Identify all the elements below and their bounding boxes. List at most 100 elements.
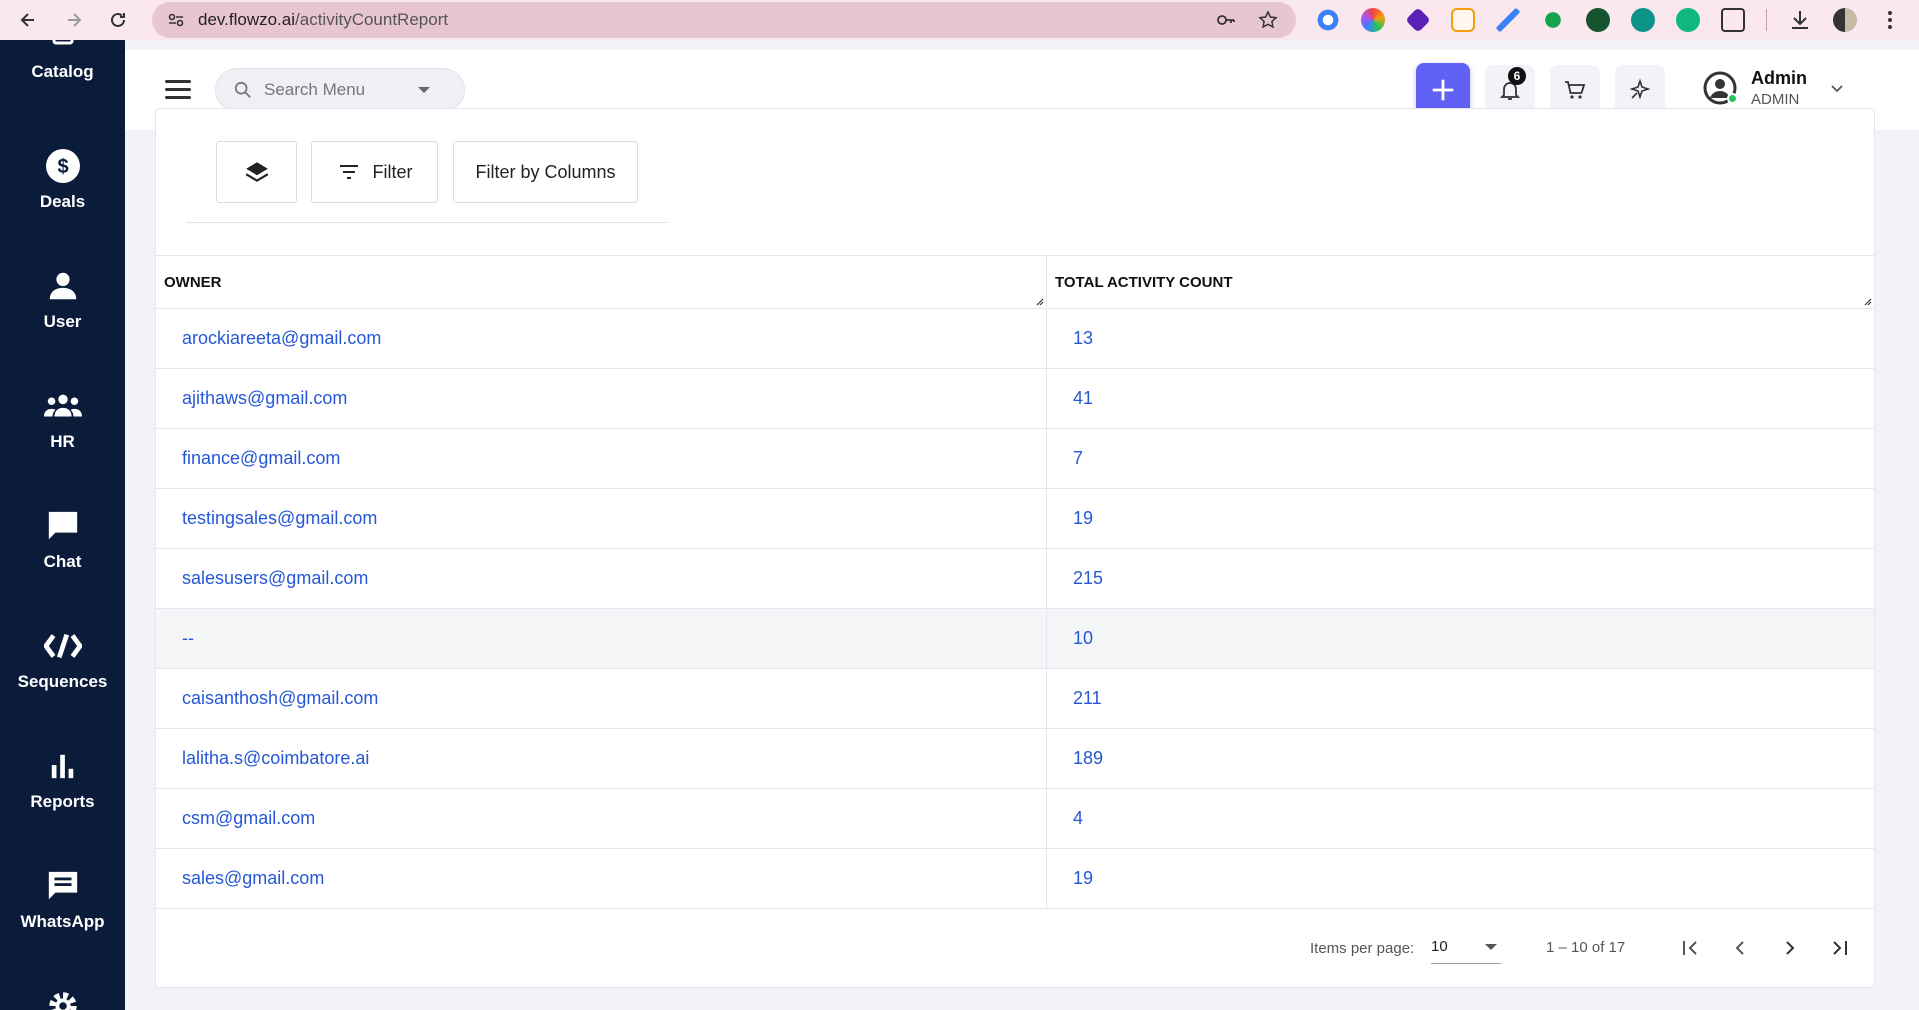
- previous-page-button[interactable]: [1724, 932, 1756, 964]
- download-icon[interactable]: [1788, 8, 1812, 32]
- owner-cell[interactable]: finance@gmail.com: [156, 429, 1047, 488]
- owner-cell[interactable]: ajithaws@gmail.com: [156, 369, 1047, 428]
- extensions-puzzle-icon[interactable]: [1721, 8, 1745, 32]
- table-row[interactable]: sales@gmail.com 19: [156, 849, 1874, 909]
- sidebar-item-deals[interactable]: $ Deals: [0, 146, 125, 212]
- extension-6-icon[interactable]: [1541, 8, 1565, 32]
- sidebar-item-label: Chat: [43, 552, 82, 571]
- owner-cell[interactable]: testingsales@gmail.com: [156, 489, 1047, 548]
- owner-cell[interactable]: caisanthosh@gmail.com: [156, 669, 1047, 728]
- search-dropdown-caret-icon[interactable]: [418, 87, 430, 93]
- last-page-icon: [1833, 941, 1847, 955]
- owner-cell[interactable]: salesusers@gmail.com: [156, 549, 1047, 608]
- table-row[interactable]: ajithaws@gmail.com 41: [156, 369, 1874, 429]
- count-cell[interactable]: 4: [1047, 789, 1874, 848]
- count-cell[interactable]: 41: [1047, 369, 1874, 428]
- search-input[interactable]: [264, 80, 404, 100]
- owner-cell[interactable]: lalitha.s@coimbatore.ai: [156, 729, 1047, 788]
- extension-3-icon[interactable]: [1405, 7, 1431, 33]
- owner-cell[interactable]: sales@gmail.com: [156, 849, 1047, 908]
- menu-toggle-icon[interactable]: [165, 80, 191, 100]
- last-page-button[interactable]: [1824, 932, 1856, 964]
- table-row[interactable]: caisanthosh@gmail.com 211: [156, 669, 1874, 729]
- sidebar-item-label: HR: [50, 432, 75, 451]
- filter-by-columns-button[interactable]: Filter by Columns: [453, 141, 638, 203]
- sidebar-item-settings[interactable]: [0, 986, 125, 1010]
- items-per-page-label: Items per page:: [1310, 940, 1415, 957]
- count-cell[interactable]: 10: [1047, 609, 1874, 668]
- gear-icon: [43, 986, 83, 1010]
- column-resize-icon: [1036, 298, 1044, 306]
- table-row[interactable]: testingsales@gmail.com 19: [156, 489, 1874, 549]
- table-row[interactable]: lalitha.s@coimbatore.ai 189: [156, 729, 1874, 789]
- column-resize-icon: [1864, 298, 1872, 306]
- column-header-total-activity-count[interactable]: TOTAL ACTIVITY COUNT: [1047, 256, 1874, 308]
- layers-icon: [245, 162, 268, 182]
- toolbar-divider: [186, 222, 668, 223]
- sidebar: Catalog $ Deals User HR Chat Sequences R…: [0, 40, 125, 1010]
- sidebar-item-user[interactable]: User: [0, 266, 125, 332]
- count-cell[interactable]: 7: [1047, 429, 1874, 488]
- filter-label: Filter: [372, 161, 413, 182]
- extension-2-icon[interactable]: [1361, 8, 1385, 32]
- sidebar-item-label: WhatsApp: [20, 912, 105, 931]
- owner-cell[interactable]: --: [156, 609, 1047, 668]
- sidebar-item-label: Catalog: [31, 62, 94, 81]
- count-cell[interactable]: 215: [1047, 549, 1874, 608]
- browser-menu-icon[interactable]: [1878, 8, 1902, 32]
- count-cell[interactable]: 211: [1047, 669, 1874, 728]
- table-row[interactable]: -- 10: [156, 609, 1874, 669]
- extension-8-icon[interactable]: [1631, 8, 1655, 32]
- table-row[interactable]: finance@gmail.com 7: [156, 429, 1874, 489]
- dollar-icon: $: [43, 146, 83, 186]
- layers-button[interactable]: [216, 141, 297, 203]
- count-cell[interactable]: 19: [1047, 489, 1874, 548]
- search-icon: [234, 81, 252, 99]
- reload-icon[interactable]: [98, 0, 138, 40]
- extension-4-icon[interactable]: [1451, 8, 1475, 32]
- back-icon[interactable]: [8, 0, 48, 40]
- sidebar-item-label: User: [43, 312, 82, 331]
- column-header-owner[interactable]: OWNER: [156, 256, 1047, 308]
- table-row[interactable]: arockiareeta@gmail.com 13: [156, 309, 1874, 369]
- count-cell[interactable]: 13: [1047, 309, 1874, 368]
- site-settings-icon[interactable]: [166, 10, 186, 30]
- first-page-button[interactable]: [1674, 932, 1706, 964]
- filter-button[interactable]: Filter: [311, 141, 438, 203]
- sidebar-item-hr[interactable]: HR: [0, 386, 125, 452]
- chevron-left-icon: [1735, 941, 1744, 955]
- address-bar[interactable]: dev.flowzo.ai/activityCountReport: [152, 2, 1296, 38]
- browser-toolbar: dev.flowzo.ai/activityCountReport: [0, 0, 1919, 40]
- user-name: Admin: [1751, 68, 1807, 88]
- table-row[interactable]: csm@gmail.com 4: [156, 789, 1874, 849]
- sidebar-item-whatsapp[interactable]: WhatsApp: [0, 866, 125, 932]
- count-cell[interactable]: 189: [1047, 729, 1874, 788]
- password-key-icon[interactable]: [1216, 10, 1236, 30]
- sidebar-item-reports[interactable]: Reports: [0, 746, 125, 812]
- extension-5-icon[interactable]: [1496, 8, 1520, 32]
- sidebar-item-sequences[interactable]: Sequences: [0, 626, 125, 692]
- page-size-select[interactable]: 10: [1431, 930, 1501, 964]
- owner-cell[interactable]: csm@gmail.com: [156, 789, 1047, 848]
- filter-columns-label: Filter by Columns: [475, 161, 616, 182]
- sidebar-item-catalog[interactable]: Catalog: [0, 40, 125, 82]
- owner-cell[interactable]: arockiareeta@gmail.com: [156, 309, 1047, 368]
- profile-avatar-icon[interactable]: [1833, 8, 1857, 32]
- chevron-right-icon: [1786, 941, 1795, 955]
- table-row[interactable]: salesusers@gmail.com 215: [156, 549, 1874, 609]
- user-menu[interactable]: Admin ADMIN: [1703, 68, 1845, 108]
- extension-7-icon[interactable]: [1586, 8, 1610, 32]
- sidebar-item-chat[interactable]: Chat: [0, 506, 125, 572]
- table-header: OWNER TOTAL ACTIVITY COUNT: [156, 255, 1874, 309]
- next-page-button[interactable]: [1774, 932, 1806, 964]
- extension-9-icon[interactable]: [1676, 8, 1700, 32]
- bookmark-star-icon[interactable]: [1258, 10, 1278, 30]
- page-size-value: 10: [1431, 938, 1448, 955]
- count-cell[interactable]: 19: [1047, 849, 1874, 908]
- group-icon: [43, 386, 83, 426]
- forward-icon[interactable]: [54, 0, 94, 40]
- search-menu[interactable]: [215, 68, 465, 112]
- avatar: [1703, 71, 1738, 105]
- extension-1-icon[interactable]: [1316, 8, 1340, 32]
- svg-text:$: $: [57, 156, 68, 178]
